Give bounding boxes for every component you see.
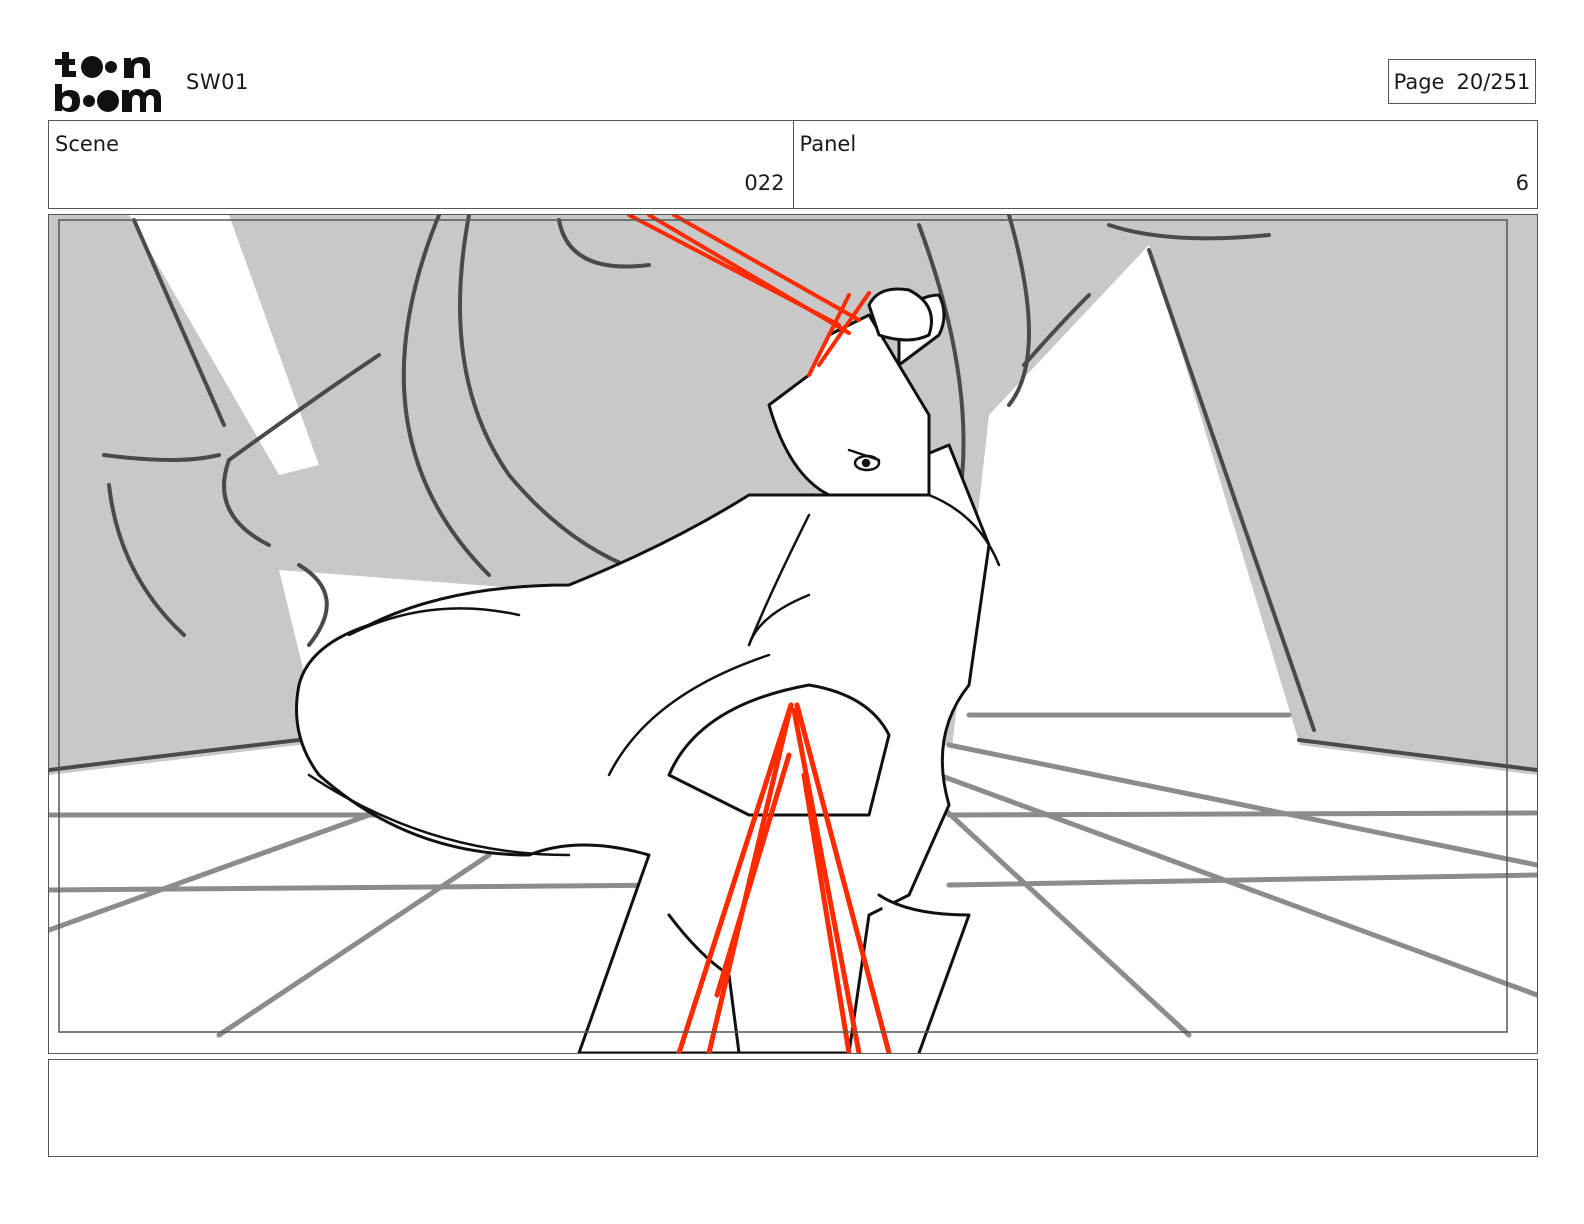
storyboard-panel [48, 214, 1538, 1054]
scene-panel-info: Scene 022 Panel 6 [48, 120, 1538, 209]
panel-number: 6 [1515, 171, 1529, 195]
page-number: 20/251 [1456, 69, 1531, 94]
project-title: SW01 [186, 70, 249, 94]
toon-boom-logo [55, 52, 161, 112]
storyboard-drawing [49, 215, 1537, 1053]
panel-label: Panel [799, 132, 857, 156]
scene-label: Scene [55, 132, 120, 156]
caption-box [48, 1059, 1538, 1157]
scene-cell: Scene 022 [49, 121, 793, 208]
page-label: Page [1393, 69, 1445, 94]
panel-cell: Panel 6 [792, 121, 1538, 208]
page-indicator: Page 20/251 [1388, 59, 1536, 104]
scene-number: 022 [744, 171, 785, 195]
